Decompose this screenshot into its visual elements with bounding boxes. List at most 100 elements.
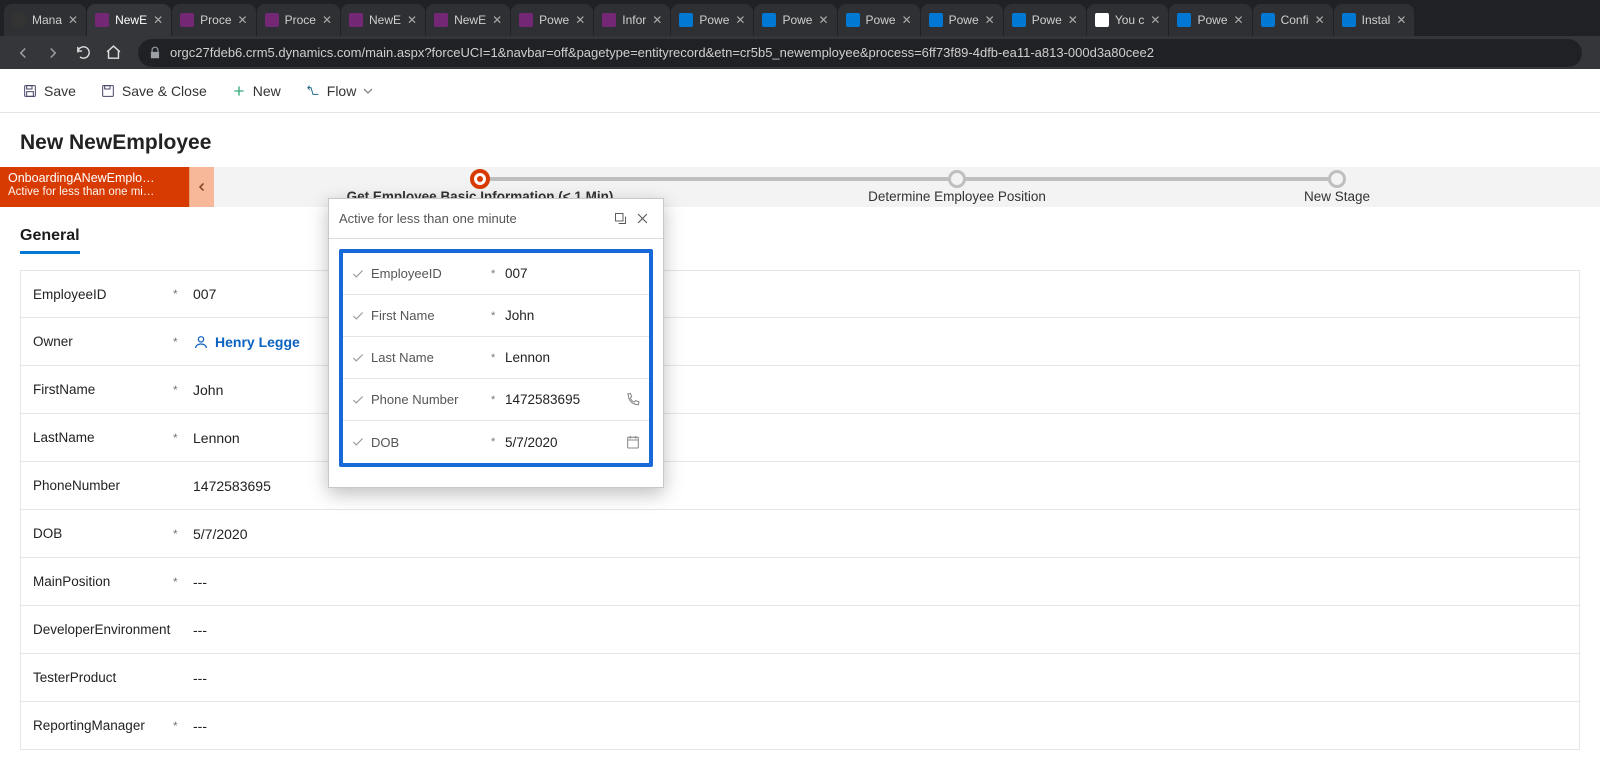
bpf-name[interactable]: OnboardingANewEmplo… Active for less tha… bbox=[0, 167, 190, 207]
tab-general[interactable]: General bbox=[20, 227, 80, 254]
url-box[interactable]: orgc27fdeb6.crm5.dynamics.com/main.aspx?… bbox=[138, 39, 1582, 67]
field-label: DeveloperEnvironment bbox=[33, 622, 173, 637]
flyout-field-label: Last Name bbox=[371, 350, 491, 365]
calendar-icon[interactable] bbox=[625, 434, 641, 450]
field-label: ReportingManager bbox=[33, 718, 173, 733]
required-indicator: * bbox=[173, 719, 193, 733]
flyout-row: EmployeeID * 007 bbox=[343, 253, 649, 295]
field-value[interactable]: --- bbox=[193, 622, 207, 638]
bpf-stage-label[interactable]: New Stage bbox=[1304, 189, 1370, 204]
form-row: FirstName * John bbox=[20, 366, 1580, 414]
flyout-field-value[interactable]: Lennon bbox=[505, 350, 641, 365]
field-value[interactable]: John bbox=[193, 382, 223, 398]
tab-close-icon[interactable]: ✕ bbox=[818, 13, 828, 27]
tab-close-icon[interactable]: ✕ bbox=[492, 13, 502, 27]
bpf-stage-flyout: Active for less than one minute Employee… bbox=[328, 198, 664, 488]
tab-close-icon[interactable]: ✕ bbox=[1234, 13, 1244, 27]
home-button[interactable] bbox=[100, 40, 126, 66]
required-indicator: * bbox=[173, 335, 193, 349]
browser-tab[interactable]: Mana ✕ bbox=[4, 4, 86, 36]
tab-close-icon[interactable]: ✕ bbox=[1315, 13, 1325, 27]
browser-tab[interactable]: Instal ✕ bbox=[1334, 4, 1415, 36]
field-value[interactable]: 007 bbox=[193, 286, 216, 302]
flyout-field-value[interactable]: 007 bbox=[505, 266, 641, 281]
required-indicator: * bbox=[173, 287, 193, 301]
browser-tab[interactable]: NewE ✕ bbox=[341, 4, 425, 36]
tab-close-icon[interactable]: ✕ bbox=[1396, 13, 1406, 27]
favicon-icon bbox=[1177, 13, 1191, 27]
record-title: New NewEmployee bbox=[0, 113, 1600, 167]
tab-label: NewE bbox=[115, 13, 147, 27]
close-icon[interactable] bbox=[631, 208, 653, 230]
field-value[interactable]: --- bbox=[193, 574, 207, 590]
favicon-icon bbox=[929, 13, 943, 27]
tab-label: Proce bbox=[200, 13, 231, 27]
bpf-scroll-left[interactable] bbox=[190, 167, 214, 207]
browser-tab[interactable]: Powe ✕ bbox=[511, 4, 593, 36]
tab-label: You c bbox=[1115, 13, 1145, 27]
browser-tab[interactable]: Powe ✕ bbox=[921, 4, 1003, 36]
browser-tab[interactable]: Powe ✕ bbox=[754, 4, 836, 36]
field-label: FirstName bbox=[33, 382, 173, 397]
browser-tab[interactable]: NewE ✕ bbox=[426, 4, 510, 36]
field-value[interactable]: --- bbox=[193, 718, 207, 734]
favicon-icon bbox=[1095, 13, 1109, 27]
browser-tab[interactable]: Powe ✕ bbox=[1004, 4, 1086, 36]
tab-label: Confi bbox=[1281, 13, 1309, 27]
bpf-stage-label[interactable]: Determine Employee Position bbox=[868, 189, 1046, 204]
form-row: DOB * 5/7/2020 bbox=[20, 510, 1580, 558]
required-indicator: * bbox=[173, 575, 193, 589]
browser-tab[interactable]: Powe ✕ bbox=[838, 4, 920, 36]
save-button[interactable]: Save bbox=[10, 69, 88, 112]
tab-close-icon[interactable]: ✕ bbox=[153, 13, 163, 27]
bpf-stage-dot[interactable] bbox=[1328, 170, 1346, 188]
browser-tab[interactable]: NewE ✕ bbox=[87, 4, 171, 36]
field-value[interactable]: 5/7/2020 bbox=[193, 526, 248, 542]
tab-close-icon[interactable]: ✕ bbox=[1068, 13, 1078, 27]
tab-close-icon[interactable]: ✕ bbox=[68, 13, 78, 27]
required-indicator: * bbox=[173, 383, 193, 397]
tab-close-icon[interactable]: ✕ bbox=[985, 13, 995, 27]
tab-close-icon[interactable]: ✕ bbox=[1150, 13, 1160, 27]
new-button[interactable]: New bbox=[219, 69, 293, 112]
browser-tab[interactable]: Powe ✕ bbox=[671, 4, 753, 36]
bpf-stage-dot[interactable] bbox=[470, 169, 490, 189]
flyout-field-value[interactable]: John bbox=[505, 308, 641, 323]
browser-tab[interactable]: You c ✕ bbox=[1087, 4, 1169, 36]
browser-address-bar: orgc27fdeb6.crm5.dynamics.com/main.aspx?… bbox=[0, 36, 1600, 69]
flyout-field-value[interactable]: 5/7/2020 bbox=[505, 435, 625, 450]
save-close-button[interactable]: Save & Close bbox=[88, 69, 219, 112]
phone-icon[interactable] bbox=[625, 392, 641, 408]
browser-tab[interactable]: Infor ✕ bbox=[594, 4, 670, 36]
field-value[interactable]: 1472583695 bbox=[193, 478, 271, 494]
tab-close-icon[interactable]: ✕ bbox=[575, 13, 585, 27]
browser-tab[interactable]: Confi ✕ bbox=[1253, 4, 1333, 36]
field-value[interactable]: --- bbox=[193, 670, 207, 686]
flyout-field-value[interactable]: 1472583695 bbox=[505, 392, 625, 407]
flyout-duration: Active for less than one minute bbox=[339, 211, 517, 226]
tab-close-icon[interactable]: ✕ bbox=[322, 13, 332, 27]
field-label: PhoneNumber bbox=[33, 478, 173, 493]
flyout-row: DOB * 5/7/2020 bbox=[343, 421, 649, 463]
flow-button[interactable]: Flow bbox=[293, 69, 395, 112]
tab-label: Powe bbox=[866, 13, 896, 27]
bpf-stage-dot[interactable] bbox=[948, 170, 966, 188]
form-row: EmployeeID * 007 bbox=[20, 270, 1580, 318]
dock-icon[interactable] bbox=[609, 208, 631, 230]
forward-button[interactable] bbox=[40, 40, 66, 66]
tab-close-icon[interactable]: ✕ bbox=[735, 13, 745, 27]
back-button[interactable] bbox=[10, 40, 36, 66]
browser-tab[interactable]: Proce ✕ bbox=[257, 4, 340, 36]
favicon-icon bbox=[762, 13, 776, 27]
required-indicator: * bbox=[491, 310, 505, 322]
reload-button[interactable] bbox=[70, 40, 96, 66]
browser-tab[interactable]: Powe ✕ bbox=[1169, 4, 1251, 36]
tab-close-icon[interactable]: ✕ bbox=[652, 13, 662, 27]
tab-close-icon[interactable]: ✕ bbox=[902, 13, 912, 27]
tab-close-icon[interactable]: ✕ bbox=[238, 13, 248, 27]
tab-label: Powe bbox=[539, 13, 569, 27]
favicon-icon bbox=[519, 13, 533, 27]
field-value[interactable]: Lennon bbox=[193, 430, 240, 446]
browser-tab[interactable]: Proce ✕ bbox=[172, 4, 255, 36]
tab-close-icon[interactable]: ✕ bbox=[407, 13, 417, 27]
